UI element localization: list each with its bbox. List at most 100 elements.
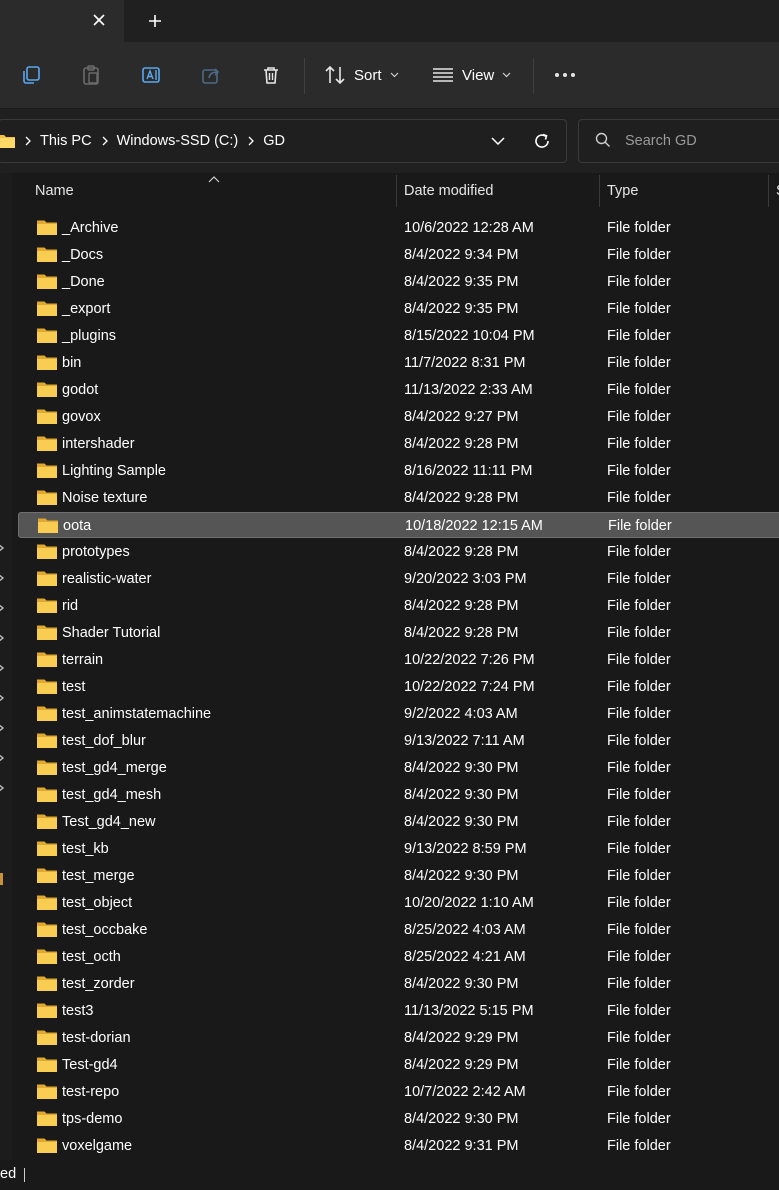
folder-icon [37, 409, 57, 424]
folder-icon [37, 1111, 57, 1126]
file-row[interactable]: _Docs 8/4/2022 9:34 PM File folder [18, 242, 779, 268]
chevron-right-icon[interactable] [0, 544, 5, 552]
new-tab-button[interactable] [144, 10, 166, 32]
file-row[interactable]: _export 8/4/2022 9:35 PM File folder [18, 296, 779, 322]
tab-active[interactable] [0, 0, 124, 42]
file-row[interactable]: test_zorder 8/4/2022 9:30 PM File folder [18, 971, 779, 997]
folder-icon [37, 382, 57, 397]
column-type[interactable]: Type [607, 173, 638, 209]
file-row[interactable]: test_gd4_merge 8/4/2022 9:30 PM File folde… [18, 755, 779, 781]
file-date-modified: 10/20/2022 1:10 AM [404, 895, 534, 911]
trash-icon [264, 67, 278, 84]
file-row[interactable]: test_octh 8/25/2022 4:21 AM File folder [18, 944, 779, 970]
close-tab-button[interactable] [88, 9, 110, 31]
file-type: File folder [607, 571, 671, 587]
share-button[interactable] [197, 61, 225, 89]
chevron-right-icon[interactable] [0, 724, 5, 732]
file-row[interactable]: _Archive 10/6/2022 12:28 AM File folder [18, 215, 779, 241]
column-divider[interactable] [599, 175, 600, 207]
file-name: rid [62, 598, 79, 614]
file-date-modified: 8/25/2022 4:21 AM [404, 949, 526, 965]
file-date-modified: 8/15/2022 10:04 PM [404, 328, 535, 344]
file-row[interactable]: prototypes 8/4/2022 9:28 PM File folder [18, 539, 779, 565]
search-input[interactable] [623, 128, 773, 154]
file-date-modified: 11/13/2022 5:15 PM [404, 1003, 534, 1019]
chevron-right-icon[interactable] [0, 604, 5, 612]
file-row[interactable]: test_gd4_mesh 8/4/2022 9:30 PM File folder [18, 782, 779, 808]
file-type: File folder [608, 518, 672, 534]
file-row[interactable]: voxelgame 8/4/2022 9:31 PM File folder [18, 1133, 779, 1159]
file-date-modified: 8/4/2022 9:30 PM [404, 1111, 519, 1127]
breadcrumb-drive[interactable]: Windows-SSD (C:) [117, 133, 239, 149]
file-row[interactable]: test_animstatemachine 9/2/2022 4:03 AM Fil… [18, 701, 779, 727]
file-row[interactable]: Test-gd4 8/4/2022 9:29 PM File folder [18, 1052, 779, 1078]
chevron-right-icon[interactable] [0, 664, 5, 672]
file-row[interactable]: _Done 8/4/2022 9:35 PM File folder [18, 269, 779, 295]
file-row[interactable]: Shader Tutorial 8/4/2022 9:28 PM File fold… [18, 620, 779, 646]
file-row[interactable]: test 10/22/2022 7:24 PM File folder [18, 674, 779, 700]
rename-button[interactable] [137, 61, 165, 89]
file-type: File folder [607, 976, 671, 992]
file-row[interactable]: Lighting Sample 8/16/2022 11:11 PM File fo… [18, 458, 779, 484]
folder-icon [37, 544, 57, 559]
file-row[interactable]: terrain 10/22/2022 7:26 PM File folder [18, 647, 779, 673]
folder-icon [37, 1057, 57, 1072]
file-type: File folder [607, 463, 671, 479]
chevron-right-icon[interactable] [0, 754, 5, 762]
file-row[interactable]: test3 11/13/2022 5:15 PM File folder [18, 998, 779, 1024]
chevron-right-icon[interactable] [0, 694, 5, 702]
file-row[interactable]: _plugins 8/15/2022 10:04 PM File folder [18, 323, 779, 349]
view-button[interactable]: View [432, 61, 511, 89]
breadcrumb-current-folder[interactable]: GD [263, 133, 285, 149]
delete-button[interactable] [257, 61, 285, 89]
file-row[interactable]: Test_gd4_new 8/4/2022 9:30 PM File folder [18, 809, 779, 835]
file-name: Shader Tutorial [62, 625, 161, 641]
search-box[interactable] [578, 119, 779, 163]
file-row[interactable]: test-dorian 8/4/2022 9:29 PM File folder [18, 1025, 779, 1051]
file-row[interactable]: test_occbake 8/25/2022 4:03 AM File folder [18, 917, 779, 943]
file-date-modified: 11/7/2022 8:31 PM [404, 355, 526, 371]
copy-button[interactable] [17, 61, 45, 89]
address-history-button[interactable] [487, 130, 509, 152]
column-date-modified[interactable]: Date modified [404, 173, 493, 209]
file-row[interactable]: govox 8/4/2022 9:27 PM File folder [18, 404, 779, 430]
sort-button[interactable]: Sort [324, 61, 399, 89]
chevron-down-icon [502, 72, 511, 78]
file-row[interactable]: intershader 8/4/2022 9:28 PM File folder [18, 431, 779, 457]
paste-button[interactable] [77, 61, 105, 89]
file-row[interactable]: bin 11/7/2022 8:31 PM File folder [18, 350, 779, 376]
column-name[interactable]: Name [35, 173, 74, 209]
file-row[interactable]: realistic-water 9/20/2022 3:03 PM File fol… [18, 566, 779, 592]
file-row[interactable]: tps-demo 8/4/2022 9:30 PM File folder [18, 1106, 779, 1132]
file-name: godot [62, 382, 99, 398]
file-name: test_zorder [62, 976, 135, 992]
file-row[interactable]: test_kb 9/13/2022 8:59 PM File folder [18, 836, 779, 862]
file-row[interactable]: godot 11/13/2022 2:33 AM File folder [18, 377, 779, 403]
chevron-right-icon[interactable] [0, 634, 5, 642]
file-name: _export [62, 301, 111, 317]
file-type: File folder [607, 220, 671, 236]
file-row-selected[interactable]: oota 10/18/2022 12:15 AM File folder [18, 512, 779, 538]
file-row[interactable]: rid 8/4/2022 9:28 PM File folder [18, 593, 779, 619]
address-bar[interactable]: This PC Windows-SSD (C:) GD [0, 119, 567, 163]
file-type: File folder [607, 787, 671, 803]
file-row[interactable]: Noise texture 8/4/2022 9:28 PM File folder [18, 485, 779, 511]
file-row[interactable]: test_dof_blur 9/13/2022 7:11 AM File folde… [18, 728, 779, 754]
file-row[interactable]: test_object 10/20/2022 1:10 AM File folder [18, 890, 779, 916]
chevron-right-icon[interactable] [0, 784, 5, 792]
folder-icon [37, 868, 57, 883]
file-type: File folder [607, 625, 671, 641]
column-divider[interactable] [396, 175, 397, 207]
file-row[interactable]: test_merge 8/4/2022 9:30 PM File folder [18, 863, 779, 889]
file-date-modified: 8/16/2022 11:11 PM [404, 463, 533, 479]
file-type: File folder [607, 949, 671, 965]
more-options-button[interactable] [550, 61, 580, 89]
refresh-button[interactable] [531, 130, 553, 152]
file-type: File folder [607, 895, 671, 911]
column-divider[interactable] [768, 175, 769, 207]
file-row[interactable]: test-repo 10/7/2022 2:42 AM File folder [18, 1079, 779, 1105]
breadcrumb-this-pc[interactable]: This PC [40, 133, 92, 149]
file-date-modified: 8/4/2022 9:27 PM [404, 409, 519, 425]
file-date-modified: 8/4/2022 9:28 PM [404, 598, 519, 614]
chevron-right-icon[interactable] [0, 574, 5, 582]
